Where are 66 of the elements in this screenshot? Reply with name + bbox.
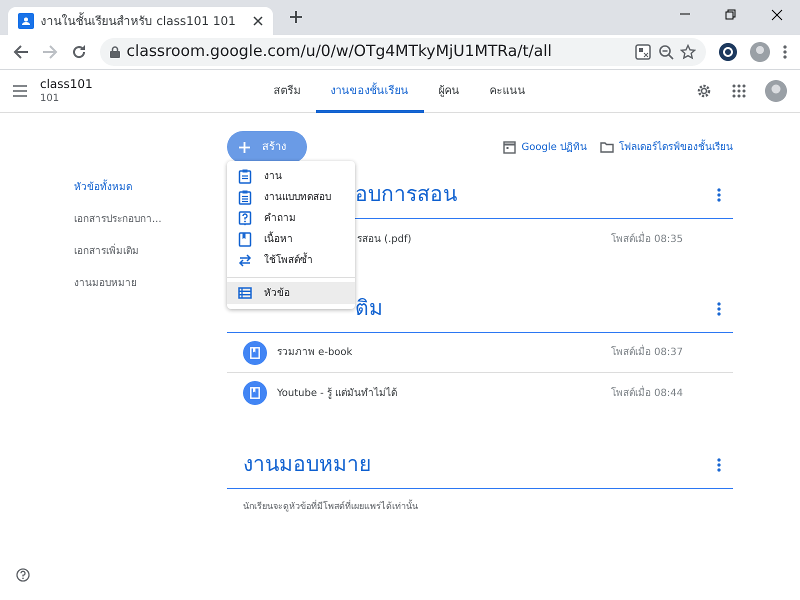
post-time: โพสต์เมื่อ 08:37 [611,345,683,360]
post-row[interactable]: รวมภาพ e-book โพสต์เมื่อ 08:37 [227,333,733,373]
quiz-icon [238,190,252,205]
reload-icon[interactable] [71,44,87,60]
assignment-icon [238,169,252,184]
star-icon[interactable] [680,44,696,60]
address-field[interactable]: classroom.google.com/u/0/w/OTg4MTkyMjU1MTRa/t/all [100,38,706,66]
zoom-out-icon[interactable] [658,44,674,60]
book-icon [238,232,252,247]
section-title: อบการสอน [355,180,457,208]
menu-item[interactable]: ใช้โพสต์ซ้ำ [227,250,355,271]
topic-link[interactable]: เอกสารเพิ่มเติม [74,235,139,267]
more-icon[interactable] [717,302,721,316]
list-icon [238,286,252,300]
apps-icon[interactable] [732,84,746,98]
menu-icon[interactable] [13,85,27,97]
post-title: Youtube - รู้ แต่มันทำไม่ได้ [277,386,398,400]
topic-link[interactable]: หัวข้อทั้งหมด [74,171,132,203]
drive-link[interactable]: โฟลเดอร์ไดรฟ์ของชั้นเรียน [600,140,733,154]
close-icon[interactable] [253,16,263,26]
extension-icon[interactable] [719,43,737,61]
question-icon [238,211,252,226]
calendar-icon [502,140,517,154]
menu-item[interactable]: งานแบบทดสอบ [227,187,355,208]
translate-icon[interactable] [635,44,651,60]
more-icon[interactable] [717,188,721,202]
repeat-icon [238,253,252,268]
post-title: รสอน (.pdf) [357,232,412,246]
settings-icon[interactable] [696,83,712,99]
material-icon [243,381,267,405]
folder-icon [600,140,614,154]
browser-tab[interactable]: งานในชั้นเรียนสำหรับ class101 101 [8,7,273,35]
post-title: รวมภาพ e-book [277,346,352,360]
section-title: ติม [355,294,383,322]
menu-item[interactable]: หัวข้อ [227,282,355,304]
nav-tab[interactable]: สตรีม [258,70,316,112]
plus-icon [239,142,250,152]
section-title: งานมอบหมาย [243,450,371,478]
topic-link[interactable]: เอกสารประกอบกา... [74,203,162,235]
post-time: โพสต์เมื่อ 08:35 [611,232,683,246]
avatar-icon[interactable] [765,80,787,102]
more-icon[interactable] [783,45,787,59]
section-note: นักเรียนจะดูหัวข้อที่มีโพสต์ที่เผยแพร่ได้เท่านั้น [227,489,733,526]
new-tab-icon[interactable] [289,10,303,24]
lock-icon [110,46,120,58]
more-icon[interactable] [717,458,721,472]
menu-item[interactable]: งาน [227,166,355,187]
nav-tab[interactable]: งานของชั้นเรียน [316,70,424,112]
nav-tab[interactable]: ผู้คน [424,70,475,112]
class-name[interactable]: class101 [40,78,93,90]
menu-item[interactable]: คำถาม [227,208,355,229]
post-row[interactable]: Youtube - รู้ แต่มันทำไม่ได้ โพสต์เมื่อ 08:44 [227,373,733,413]
post-time: โพสต์เมื่อ 08:44 [611,386,683,400]
close-icon[interactable] [771,9,783,21]
tab-title: งานในชั้นเรียนสำหรับ class101 101 [40,12,237,30]
class-section: 101 [40,94,93,104]
menu-item[interactable]: เนื้อหา [227,229,355,250]
back-icon[interactable] [13,44,29,60]
help-icon[interactable] [16,568,30,582]
classroom-icon [18,13,34,29]
calendar-link[interactable]: Google ปฏิทิน [502,140,587,154]
restore-icon[interactable] [725,9,737,21]
material-icon [243,340,267,364]
avatar-icon[interactable] [750,42,770,62]
topic-link[interactable]: งานมอบหมาย [74,267,137,299]
nav-tab[interactable]: คะแนน [474,70,541,112]
